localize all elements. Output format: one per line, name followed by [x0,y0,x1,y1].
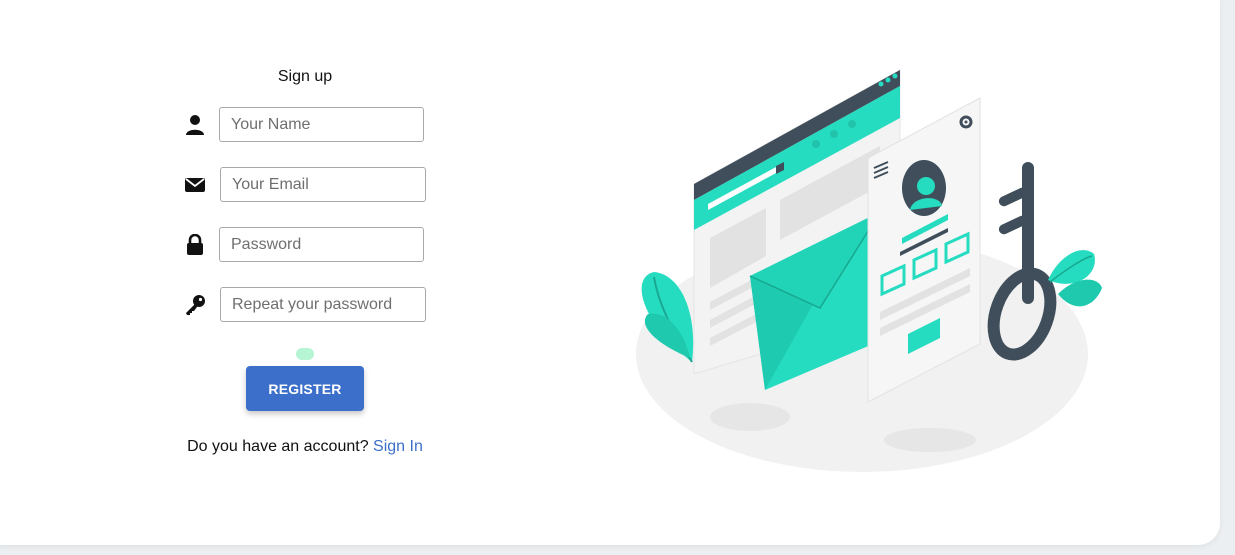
name-input[interactable] [219,107,424,142]
key-icon [183,293,207,317]
repeat-password-input[interactable] [220,287,426,322]
captcha-indicator [296,348,314,360]
person-icon [183,113,207,137]
gear-icon [959,115,973,129]
account-prompt-text: Do you have an account? [187,438,369,455]
sign-in-link[interactable]: Sign In [373,438,423,455]
signup-illustration [636,69,1102,472]
page-title: Sign up [277,68,333,85]
account-prompt: Do you have an account? Sign In [170,438,440,456]
password-input[interactable] [219,227,424,262]
envelope-icon [183,173,207,197]
lock-icon [183,233,207,257]
register-button[interactable]: REGISTER [246,366,364,411]
email-input[interactable] [220,167,426,202]
